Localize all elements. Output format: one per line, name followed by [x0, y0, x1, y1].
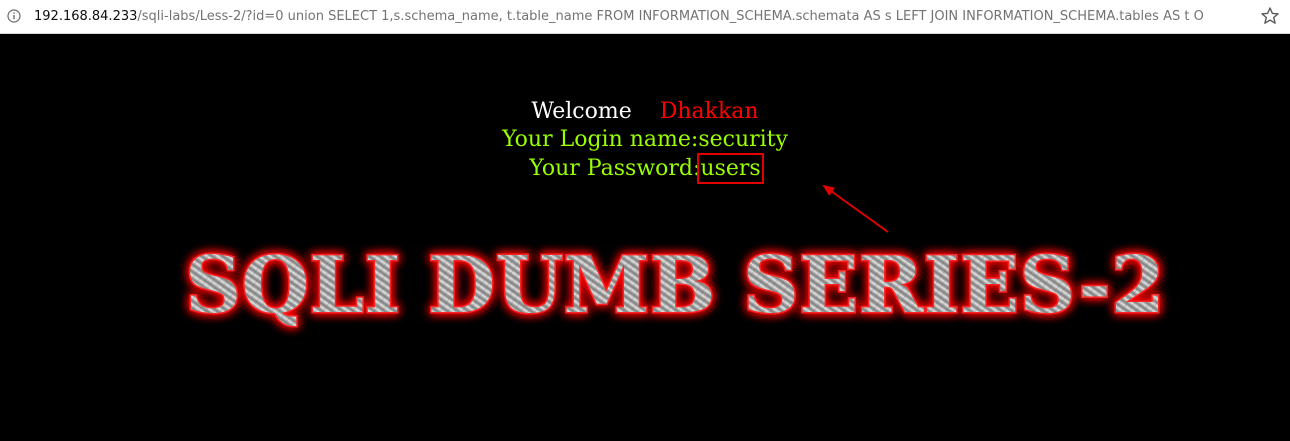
url-host: 192.168.84.233: [34, 9, 138, 24]
url-fade: [1216, 2, 1256, 32]
welcome-line: Welcome Dhakkan: [0, 98, 1290, 126]
banner-title: SQLI DUMB SERIES-2: [184, 239, 1167, 333]
password-line: Your Password:users: [0, 153, 1290, 184]
address-bar[interactable]: 192.168.84.233/sqli-labs/Less-2/?id=0 un…: [0, 0, 1290, 34]
welcome-label: Welcome: [531, 99, 632, 124]
star-icon[interactable]: [1260, 6, 1280, 26]
login-line: Your Login name:security: [0, 126, 1290, 154]
info-icon[interactable]: [7, 9, 21, 23]
url-path: /sqli-labs/Less-2/?id=0 union SELECT 1,s…: [137, 9, 1204, 24]
banner-text: SQLI DUMB SERIES-2: [185, 240, 1165, 331]
welcome-name: Dhakkan: [659, 99, 759, 124]
login-value: security: [698, 127, 788, 152]
page-content: Welcome Dhakkan Your Login name:security…: [0, 34, 1290, 441]
password-value: users: [697, 153, 764, 184]
password-label: Your Password:: [529, 156, 701, 181]
url-text[interactable]: 192.168.84.233/sqli-labs/Less-2/?id=0 un…: [34, 8, 1256, 26]
login-label: Your Login name:: [502, 127, 699, 152]
